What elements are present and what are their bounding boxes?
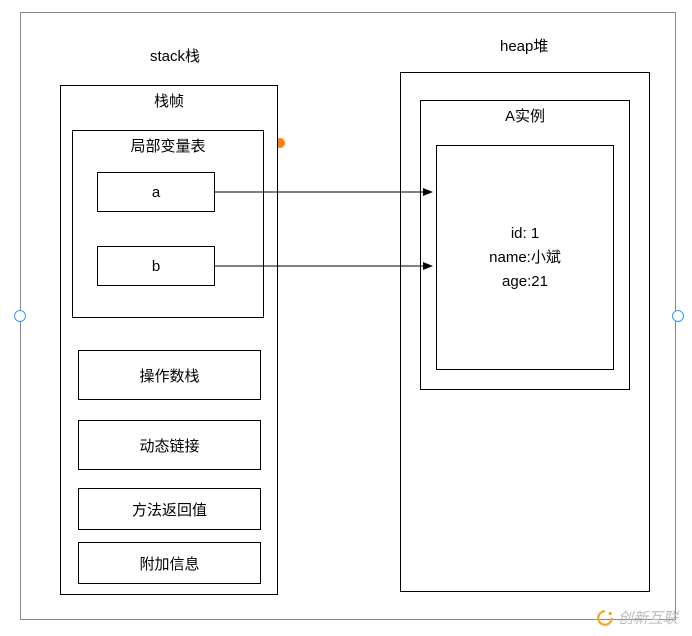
local-var-a-label: a: [152, 184, 160, 201]
stack-frame-title: 栈帧: [61, 86, 277, 111]
local-var-b-label: b: [152, 258, 160, 275]
selection-handle-left: [14, 310, 26, 322]
watermark: 创新互联: [596, 607, 678, 628]
watermark-logo-icon: [596, 609, 614, 627]
return-value-label: 方法返回值: [132, 499, 207, 520]
heap-title: heap堆: [500, 35, 548, 56]
instance-field-age: age:21: [502, 270, 548, 294]
instance-body: id: 1 name:小斌 age:21: [436, 145, 614, 370]
operand-stack-box: 操作数栈: [78, 350, 261, 400]
return-value-box: 方法返回值: [78, 488, 261, 530]
local-var-b: b: [97, 246, 215, 286]
dynamic-link-label: 动态链接: [139, 435, 199, 456]
extra-info-label: 附加信息: [139, 553, 199, 574]
instance-field-name: name:小斌: [489, 246, 561, 270]
watermark-text: 创新互联: [618, 607, 678, 628]
dynamic-link-box: 动态链接: [78, 420, 261, 470]
local-var-a: a: [97, 172, 215, 212]
operand-stack-label: 操作数栈: [139, 365, 199, 386]
instance-field-id: id: 1: [511, 222, 539, 246]
local-var-table-box: 局部变量表: [72, 130, 264, 318]
instance-title: A实例: [421, 101, 629, 126]
local-var-table-title: 局部变量表: [73, 131, 263, 156]
stack-title: stack栈: [150, 45, 200, 66]
selection-handle-right: [672, 310, 684, 322]
extra-info-box: 附加信息: [78, 542, 261, 584]
